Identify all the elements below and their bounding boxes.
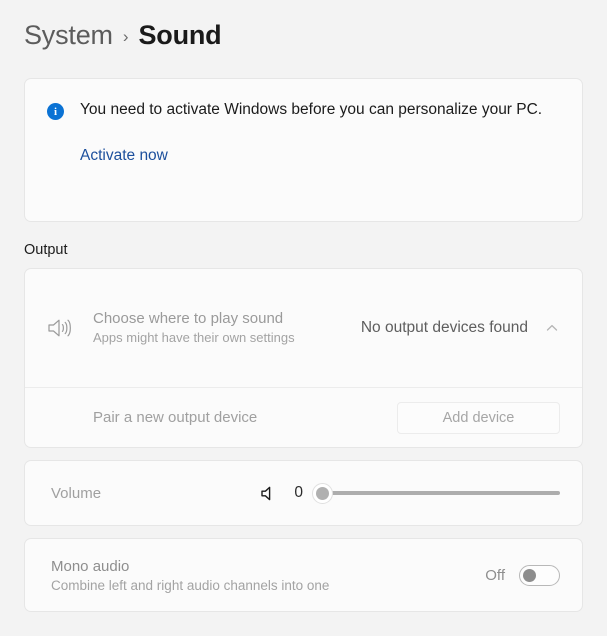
output-device-value: No output devices found	[360, 319, 528, 336]
output-device-dropdown[interactable]: No output devices found	[361, 319, 560, 337]
choose-output-device-subtitle: Apps might have their own settings	[93, 330, 295, 346]
mono-audio-control: Off	[485, 564, 560, 586]
speaker-mute-icon[interactable]	[259, 484, 277, 502]
mono-audio-description: Combine left and right audio channels in…	[51, 577, 330, 593]
volume-slider-thumb[interactable]	[312, 482, 333, 504]
volume-row: Volume 0	[25, 461, 582, 525]
speaker-volume-icon	[47, 317, 93, 339]
volume-controls: 0	[259, 482, 560, 504]
pair-output-device-row: Pair a new output device Add device	[25, 387, 582, 447]
breadcrumb: System › Sound	[24, 0, 583, 62]
volume-card: Volume 0	[24, 460, 583, 526]
activation-message: You need to activate Windows before you …	[80, 101, 543, 118]
mono-audio-labels: Mono audio Combine left and right audio …	[51, 558, 485, 593]
volume-label: Volume	[51, 484, 102, 502]
info-icon: i	[47, 103, 64, 120]
output-section-label: Output	[24, 242, 68, 258]
sound-settings-page: System › Sound i You need to activate Wi…	[0, 0, 607, 636]
chevron-up-icon[interactable]	[544, 320, 560, 336]
choose-output-device-title: Choose where to play sound	[93, 309, 284, 327]
add-device-button[interactable]: Add device	[397, 401, 560, 434]
mono-audio-card: Mono audio Combine left and right audio …	[24, 538, 583, 612]
activation-banner-body: You need to activate Windows before you …	[80, 99, 560, 197]
mono-audio-toggle-knob	[523, 568, 536, 582]
choose-output-device-labels: Choose where to play sound Apps might ha…	[93, 309, 323, 348]
mono-audio-row: Mono audio Combine left and right audio …	[25, 539, 582, 611]
activation-banner: i You need to activate Windows before yo…	[24, 78, 583, 222]
volume-slider-track	[322, 491, 560, 495]
pair-output-device-label: Pair a new output device	[93, 409, 258, 426]
mono-audio-state-label: Off	[485, 566, 505, 584]
output-card: Choose where to play sound Apps might ha…	[24, 268, 583, 448]
breadcrumb-separator-icon: ›	[122, 27, 129, 46]
page-title: Sound	[138, 19, 222, 50]
volume-slider[interactable]	[312, 482, 560, 504]
choose-output-device-row[interactable]: Choose where to play sound Apps might ha…	[25, 269, 582, 387]
mono-audio-toggle[interactable]	[519, 564, 560, 586]
activate-now-link[interactable]: Activate now	[80, 147, 168, 165]
breadcrumb-parent-system[interactable]: System	[24, 20, 113, 51]
volume-value: 0	[294, 484, 303, 501]
mono-audio-title: Mono audio	[51, 557, 130, 575]
